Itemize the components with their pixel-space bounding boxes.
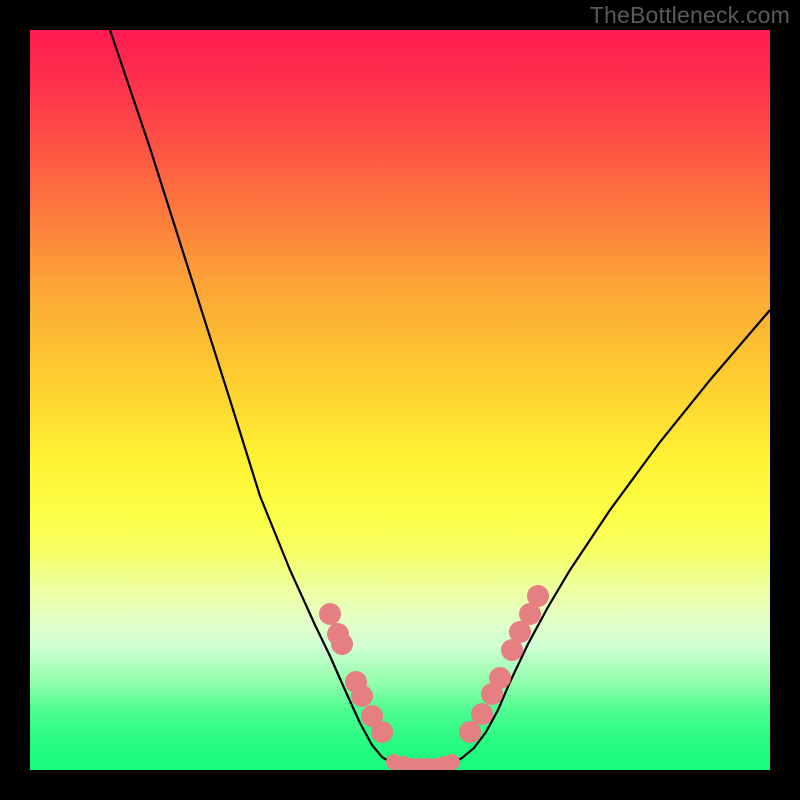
data-marker bbox=[319, 603, 341, 625]
chart-frame: TheBottleneck.com bbox=[0, 0, 800, 800]
data-marker bbox=[471, 703, 493, 725]
data-marker bbox=[527, 585, 549, 607]
data-marker bbox=[444, 754, 460, 770]
plot-svg bbox=[30, 30, 770, 770]
data-marker bbox=[371, 721, 393, 743]
bottleneck-curve bbox=[110, 30, 770, 766]
plot-gradient-area bbox=[30, 30, 770, 770]
data-marker bbox=[459, 721, 481, 743]
data-marker bbox=[489, 667, 511, 689]
data-marker bbox=[331, 633, 353, 655]
data-marker bbox=[351, 685, 373, 707]
watermark-text: TheBottleneck.com bbox=[590, 2, 790, 29]
